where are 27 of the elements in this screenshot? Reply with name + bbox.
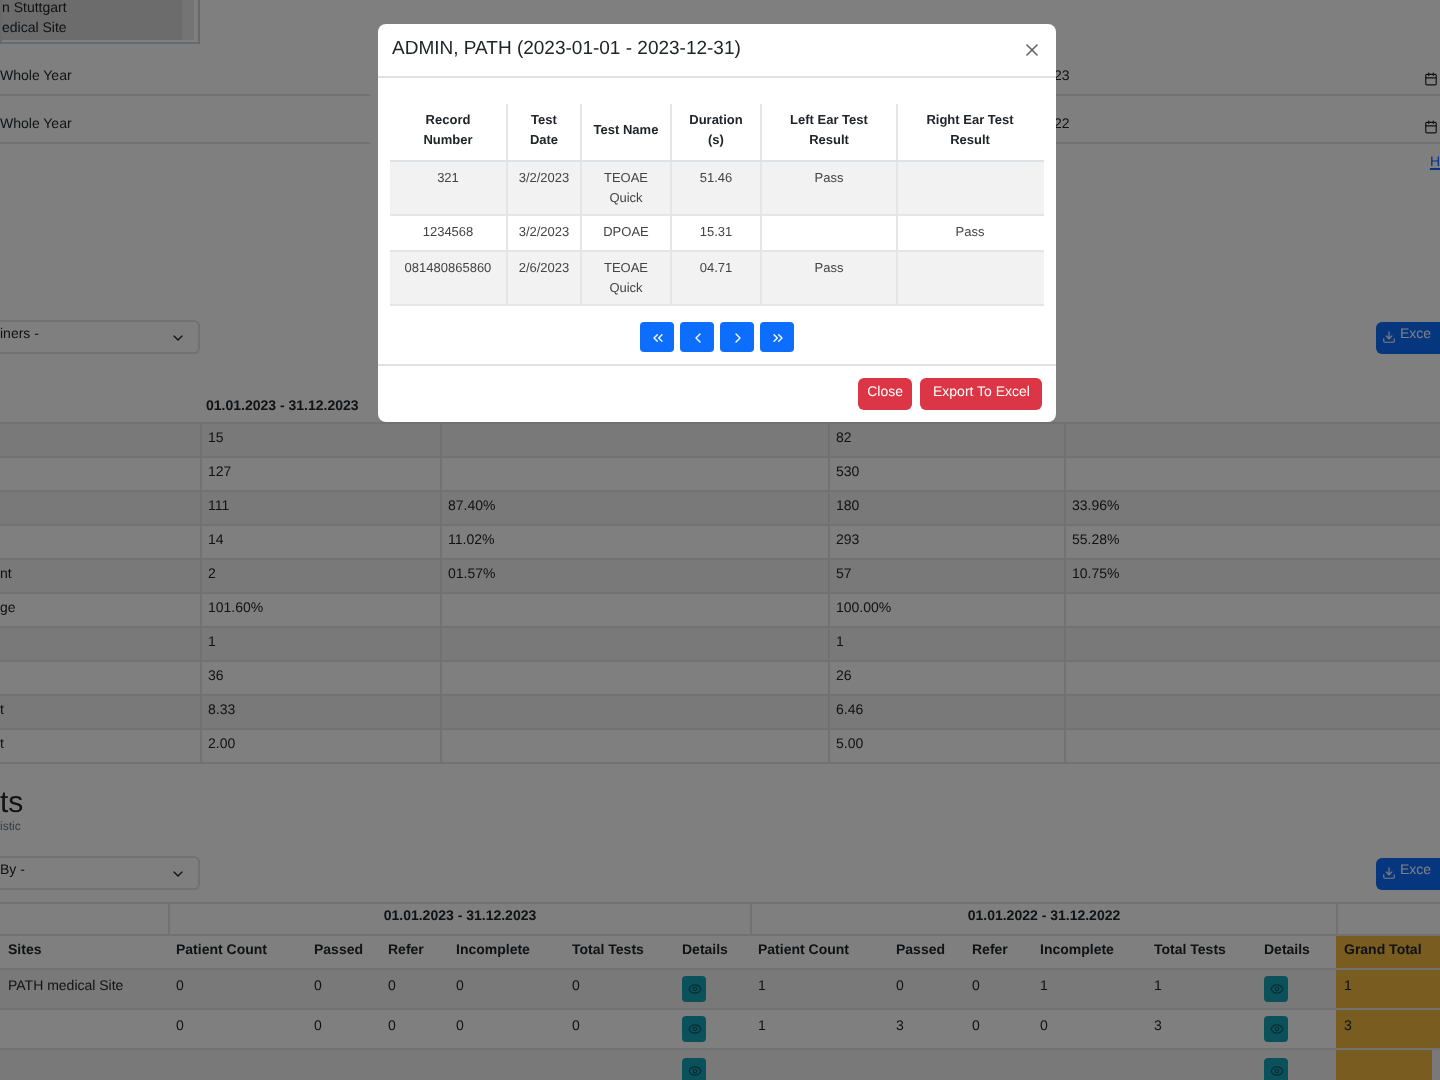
details-button[interactable] [682,1057,706,1080]
details-button[interactable] [1264,1016,1288,1042]
download-icon [1382,866,1396,880]
previous-page-button[interactable] [680,322,714,352]
calendar-icon [1424,119,1438,133]
eye-icon [1269,1063,1283,1077]
eye-icon [687,982,701,996]
eye-icon [687,1063,701,1077]
details-button[interactable] [682,1016,706,1042]
calendar-icon [1424,71,1438,85]
last-page-button[interactable] [760,322,794,352]
eye-icon [687,1022,701,1036]
first-page-button[interactable] [640,322,674,352]
grand-total-cell [1336,1050,1432,1080]
details-button[interactable] [1264,976,1288,1002]
last-page-icon [769,329,785,345]
first-page-icon [649,329,665,345]
close-icon[interactable] [1022,40,1042,60]
modal-title: ADMIN, PATH (2023-01-01 - 2023-12-31) [392,35,741,64]
eye-icon [1269,1022,1283,1036]
details-button[interactable] [1264,1057,1288,1080]
next-page-button[interactable] [720,322,754,352]
section-title: ts [0,788,26,820]
download-icon [1382,330,1396,344]
scrollbar[interactable] [182,0,194,40]
eye-icon [1269,982,1283,996]
details-button[interactable] [682,976,706,1002]
